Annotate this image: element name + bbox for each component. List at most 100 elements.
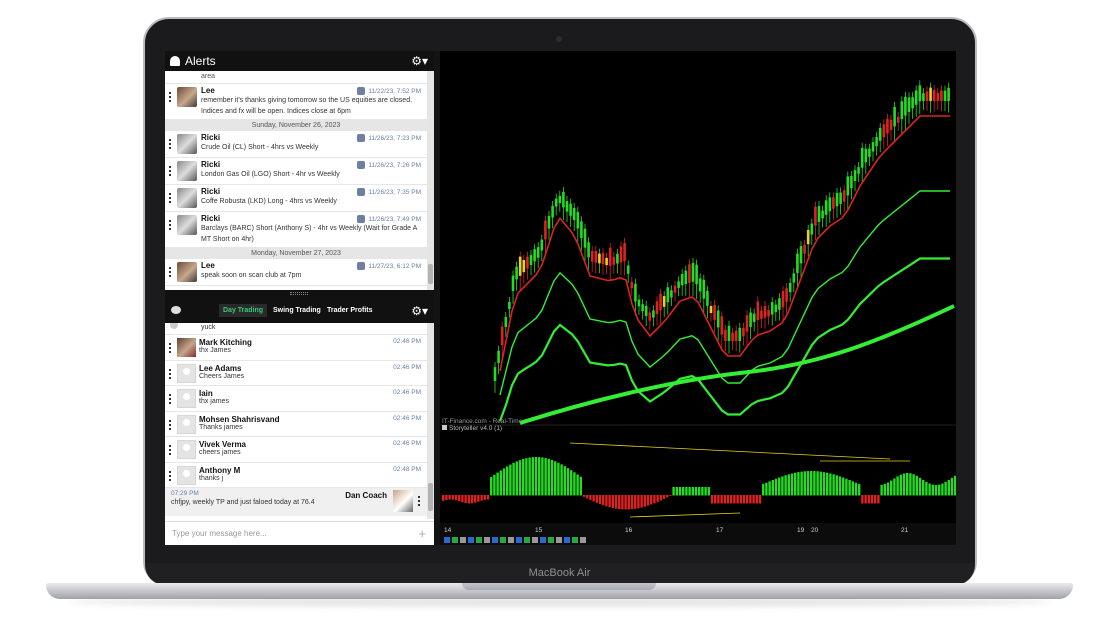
plus-icon[interactable]: + — [418, 526, 426, 541]
alerts-gear-icon[interactable]: ⚙▾ — [411, 54, 428, 68]
chart-svg[interactable]: IT-Finance.com - Real-TimeStoryteller v4… — [440, 51, 956, 545]
chat-message[interactable]: Lee Adams 02:46 PM Cheers James — [165, 361, 427, 386]
histogram-bar — [448, 495, 451, 500]
chat-list[interactable]: yuck Mark Kitching 02:46 PM thx James Lee A… — [165, 323, 427, 519]
more-options-icon[interactable] — [418, 496, 421, 506]
candle-body — [544, 220, 547, 240]
tab-day-trading[interactable]: Day Trading — [219, 304, 268, 317]
histogram-bar — [646, 495, 650, 506]
chat-author: Anthony M — [199, 465, 241, 475]
more-options-icon[interactable] — [169, 343, 172, 353]
toolbar-icon — [516, 537, 522, 543]
tab-trader-profits[interactable]: Trader Profits — [323, 304, 377, 317]
more-options-icon[interactable] — [169, 267, 172, 277]
chat-gear-icon[interactable]: ⚙▾ — [411, 304, 428, 318]
histogram-bar — [630, 495, 634, 510]
alert-item[interactable]: Ricki 11/26/23, 7:23 PM Crude Oil (CL) Sho… — [165, 131, 427, 158]
candle-body — [781, 291, 785, 308]
candle-body — [925, 91, 929, 101]
candle-body — [508, 301, 511, 309]
more-options-icon[interactable] — [169, 368, 172, 379]
more-options-icon[interactable] — [169, 166, 172, 176]
laptop-mockup: MacBook Air Alerts ⚙▾ area Lee 11/22/23, … — [0, 0, 1119, 630]
alert-item[interactable]: Ricki 11/26/23, 7:26 PM London Gas Oil (LG… — [165, 158, 427, 185]
more-options-icon[interactable] — [169, 193, 172, 203]
bell-icon — [170, 56, 180, 66]
tab-swing-trading[interactable]: Swing Trading — [269, 304, 325, 317]
clock-icon — [357, 134, 366, 142]
histogram-bar — [822, 472, 826, 496]
candle-body — [716, 310, 720, 328]
clock-icon — [357, 87, 366, 95]
histogram-bar — [851, 481, 854, 496]
histogram-bar — [691, 487, 694, 496]
histogram-bar — [675, 487, 678, 496]
chat-message[interactable]: Anthony M 02:48 PM thanks j — [165, 463, 427, 488]
candle-body — [504, 317, 508, 327]
alerts-list[interactable]: area Lee 11/22/23, 7:52 PM remember it's t… — [165, 71, 427, 290]
chat-message[interactable]: Mark Kitching 02:46 PM thx James — [165, 335, 427, 361]
candle-body — [680, 273, 684, 286]
histogram-bar — [826, 472, 829, 496]
more-options-icon[interactable] — [169, 419, 172, 430]
histogram-bar — [736, 495, 739, 504]
chat-author: Mark Kitching — [199, 338, 252, 347]
histogram-bar — [518, 460, 522, 496]
camera-dot — [556, 36, 562, 42]
alerts-scroll-thumb[interactable] — [428, 264, 433, 284]
chat-message-input[interactable] — [165, 522, 405, 544]
histogram-bar — [611, 495, 614, 508]
chat-scroll-thumb[interactable] — [428, 483, 433, 511]
chat-text: Thanks james — [199, 423, 243, 431]
histogram-bar — [477, 495, 480, 502]
panel-resize-handle[interactable] — [165, 290, 434, 297]
candle-body — [832, 197, 835, 209]
avatar-mini — [170, 323, 178, 329]
histogram-bar — [829, 473, 832, 496]
more-options-icon[interactable] — [169, 92, 172, 102]
candle-body — [749, 312, 752, 327]
toolbar-icon — [468, 537, 474, 543]
own-chat-message[interactable]: 07:29 PM Dan Coach chfjpy, weekly TP and j… — [165, 488, 427, 516]
chat-text: thanks j — [199, 474, 224, 482]
candle-body — [886, 118, 889, 134]
alert-time-text: 11/22/23, 7:52 PM — [368, 87, 421, 95]
price-chart[interactable]: IT-Finance.com - Real-Time Storyteller v4… — [440, 51, 956, 545]
histogram-bar — [653, 495, 656, 504]
alert-item[interactable]: Ricki 11/26/23, 7:49 PM Barclays (BARC) Sh… — [165, 212, 427, 248]
histogram-bar — [669, 495, 672, 496]
more-options-icon[interactable] — [169, 445, 172, 455]
candle-body — [659, 293, 662, 311]
chat-message[interactable]: Iain 02:46 PM thx james — [165, 386, 427, 412]
histogram-bar — [678, 487, 682, 496]
chat-input-row: + — [165, 521, 434, 545]
alerts-header: Alerts ⚙▾ — [165, 51, 434, 71]
histogram-bar — [544, 458, 547, 496]
candle-body — [929, 87, 932, 101]
more-options-icon[interactable] — [169, 394, 172, 404]
chat-message[interactable]: Mohsen Shahrisvand 02:46 PM Thanks james — [165, 412, 427, 437]
candle-body — [540, 239, 544, 251]
histogram-bar — [614, 495, 618, 509]
alert-item[interactable]: Ricki 11/26/23, 7:35 PM Coffe Robusta (LKD… — [165, 185, 427, 212]
ma-slow — [519, 304, 955, 425]
alert-item[interactable]: Lee 11/22/23, 7:52 PM remember it's thanks… — [165, 84, 427, 120]
histogram-bar — [694, 487, 698, 496]
more-options-icon[interactable] — [169, 220, 172, 230]
alert-time-text: 11/26/23, 7:35 PM — [368, 188, 421, 196]
candle-body — [529, 255, 533, 265]
alerts-scrollbar[interactable] — [427, 71, 434, 290]
histogram-bar — [762, 484, 765, 496]
histogram-bar — [854, 482, 858, 496]
chat-scrollbar[interactable] — [427, 323, 434, 519]
candle-body — [648, 312, 652, 321]
more-options-icon[interactable] — [169, 470, 172, 481]
candle-body — [706, 290, 709, 306]
chat-message[interactable]: Vivek Verma 02:46 PM cheers james — [165, 437, 427, 463]
more-options-icon[interactable] — [169, 139, 172, 149]
alert-item[interactable]: Lee 11/27/23, 6:12 PM speak soon on scan c… — [165, 259, 427, 286]
histogram-bar — [918, 477, 922, 496]
histogram-bar — [896, 476, 899, 496]
alert-time-text: 11/26/23, 7:23 PM — [368, 134, 421, 142]
alerts-title: Alerts — [185, 54, 216, 68]
